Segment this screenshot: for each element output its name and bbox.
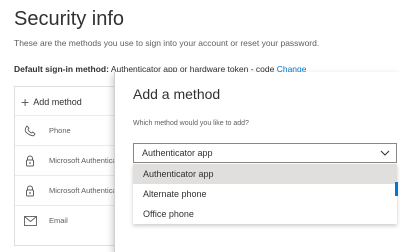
option-office-phone[interactable]: Office phone xyxy=(133,204,397,224)
option-authenticator-app[interactable]: Authenticator app xyxy=(133,164,397,184)
page-title: Security info xyxy=(14,8,125,30)
default-sign-in-label: Default sign-in method: xyxy=(14,64,109,74)
method-label: Email xyxy=(49,216,68,225)
option-alternate-phone[interactable]: Alternate phone xyxy=(133,184,397,204)
method-options-list: Authenticator app Alternate phone Office… xyxy=(133,164,397,224)
dialog-question: Which method would you like to add? xyxy=(133,120,249,127)
mail-icon xyxy=(23,215,37,226)
page-subtitle: These are the methods you use to sign in… xyxy=(14,38,320,48)
phone-icon xyxy=(23,124,37,137)
method-select-value: Authenticator app xyxy=(142,148,213,158)
method-select[interactable]: Authenticator app xyxy=(133,143,397,163)
lock-icon xyxy=(23,185,37,197)
add-method-button[interactable]: + Add method xyxy=(21,95,82,109)
dialog-title: Add a method xyxy=(133,86,221,102)
primary-button-edge[interactable] xyxy=(395,182,398,196)
lock-icon xyxy=(23,155,37,167)
add-method-label: Add method xyxy=(33,97,82,107)
plus-icon: + xyxy=(21,94,30,110)
add-method-dialog: Add a method Which method would you like… xyxy=(114,72,400,252)
method-label: Phone xyxy=(49,126,71,135)
chevron-down-icon xyxy=(380,148,390,158)
